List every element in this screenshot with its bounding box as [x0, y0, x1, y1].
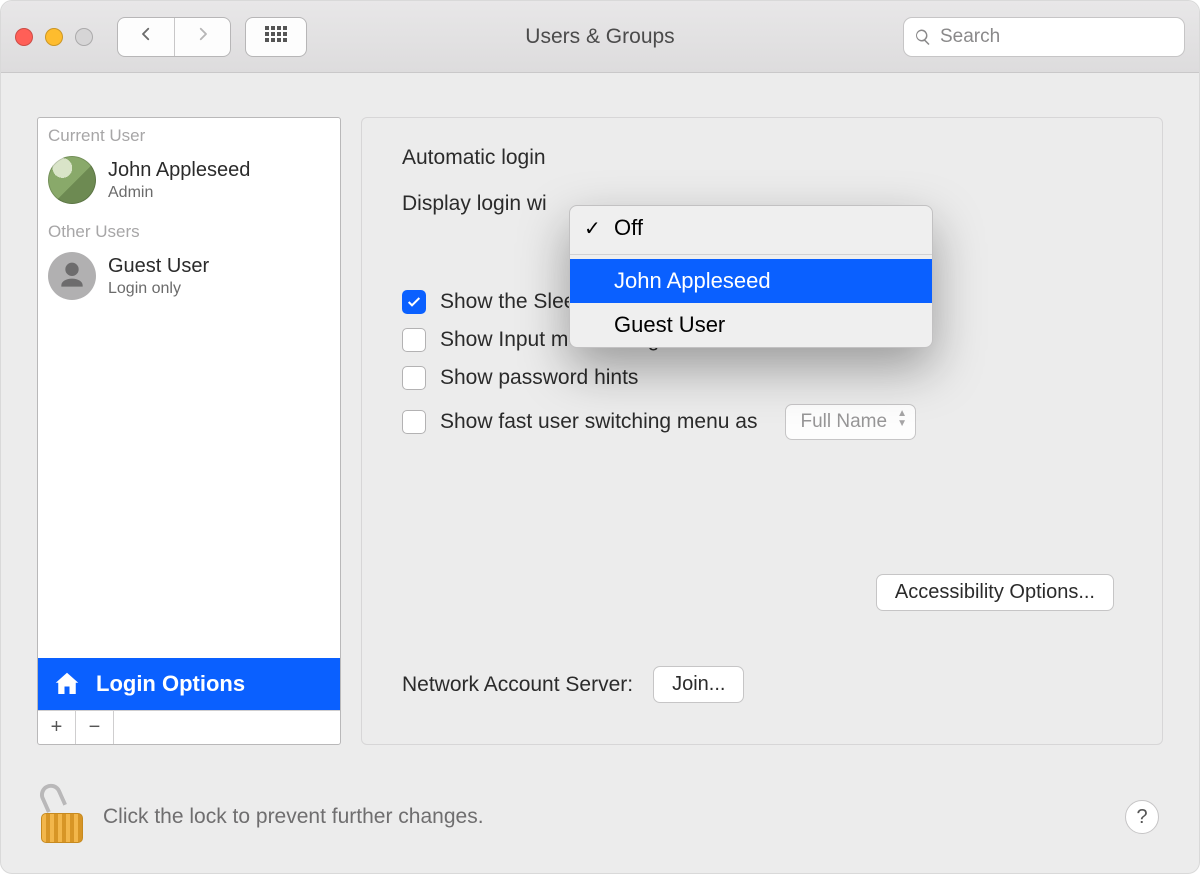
join-button[interactable]: Join... [653, 666, 744, 703]
dropdown-item-label: Off [614, 215, 643, 240]
current-user-header: Current User [38, 118, 340, 150]
login-options-label: Login Options [96, 671, 245, 697]
search-icon [914, 28, 932, 46]
close-window-button[interactable] [15, 28, 33, 46]
checkbox-show-hints[interactable]: Show password hints [402, 366, 1122, 390]
show-all-button[interactable] [246, 18, 306, 56]
house-icon [52, 669, 82, 699]
person-icon [56, 260, 88, 292]
other-users-header: Other Users [38, 214, 340, 246]
back-button[interactable] [118, 18, 174, 56]
lock-text: Click the lock to prevent further change… [103, 805, 484, 829]
dropdown-item-off[interactable]: ✓ Off [570, 206, 932, 250]
other-user-role: Login only [108, 280, 209, 298]
add-user-button[interactable]: + [38, 711, 76, 744]
preferences-window: Users & Groups Current User John Applese… [0, 0, 1200, 874]
dropdown-item-label: Guest User [614, 312, 725, 337]
search-input[interactable] [940, 26, 1174, 48]
zoom-window-button[interactable] [75, 28, 93, 46]
sidebar-item-guest-user[interactable]: Guest User Login only [38, 246, 340, 310]
checkbox-icon [402, 366, 426, 390]
minimize-window-button[interactable] [45, 28, 63, 46]
checkbox-label: Show fast user switching menu as [440, 410, 757, 434]
sidebar-item-login-options[interactable]: Login Options [38, 658, 340, 710]
automatic-login-dropdown[interactable]: ✓ Off John Appleseed Guest User [569, 205, 933, 348]
current-user-name: John Appleseed [108, 159, 250, 182]
current-user-role: Admin [108, 184, 250, 202]
remove-user-button[interactable]: − [76, 711, 114, 744]
users-sidebar: Current User John Appleseed Admin Other … [37, 117, 341, 745]
help-button[interactable]: ? [1125, 800, 1159, 834]
checkbox-icon [402, 410, 426, 434]
back-forward-segment [117, 17, 231, 57]
avatar [48, 156, 96, 204]
fast-user-select[interactable]: Full Name ▲▼ [785, 404, 916, 440]
checkbox-icon [402, 328, 426, 352]
network-account-label: Network Account Server: [402, 673, 633, 697]
toolbar-nav [117, 17, 307, 57]
sidebar-footer: + − [38, 710, 340, 744]
chevron-updown-icon: ▲▼ [897, 409, 907, 429]
automatic-login-label: Automatic login [402, 146, 546, 170]
content-area: Current User John Appleseed Admin Other … [1, 73, 1199, 873]
show-all-segment [245, 17, 307, 57]
forward-button[interactable] [174, 18, 230, 56]
fast-user-select-value: Full Name [800, 411, 887, 433]
window-controls [15, 28, 93, 46]
accessibility-options-button[interactable]: Accessibility Options... [876, 574, 1114, 611]
other-user-name: Guest User [108, 255, 209, 278]
grid-icon [264, 25, 288, 43]
lock-icon[interactable] [41, 791, 83, 843]
lock-row: Click the lock to prevent further change… [41, 791, 1159, 843]
dropdown-separator [570, 254, 932, 255]
dropdown-item-guest[interactable]: Guest User [570, 303, 932, 347]
checkmark-icon: ✓ [584, 216, 601, 241]
dropdown-item-label: John Appleseed [614, 268, 771, 293]
checkbox-icon [402, 290, 426, 314]
toolbar: Users & Groups [1, 1, 1199, 73]
avatar [48, 252, 96, 300]
checkbox-fast-user[interactable]: Show fast user switching menu as Full Na… [402, 404, 1122, 440]
sidebar-item-current-user[interactable]: John Appleseed Admin [38, 150, 340, 214]
display-login-label: Display login wi [402, 192, 547, 216]
dropdown-item-john[interactable]: John Appleseed [570, 259, 932, 303]
search-field-wrap[interactable] [903, 17, 1185, 57]
checkbox-label: Show password hints [440, 366, 638, 390]
